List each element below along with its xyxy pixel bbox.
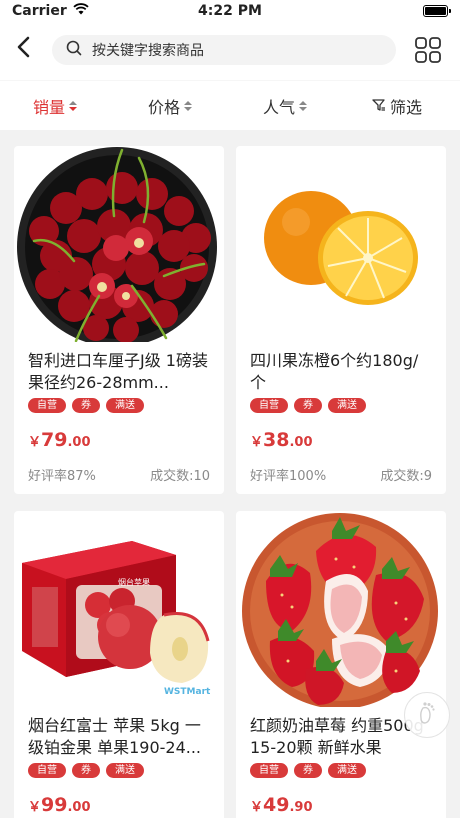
filter-icon — [372, 97, 386, 116]
rating: 好评率87% — [28, 469, 96, 484]
price-currency: ￥ — [28, 435, 42, 450]
footprint-icon — [416, 700, 438, 730]
price-integer: 79 — [41, 429, 68, 451]
box-label: 烟台苹果 — [118, 577, 150, 587]
watermark: WSTMart — [164, 687, 211, 697]
product-title: 四川果冻橙6个约180g/个 — [250, 351, 419, 392]
product-stats: 好评率100% 成交数:9 — [236, 465, 446, 484]
filter-label: 筛选 — [390, 98, 423, 117]
product-image: 烟台苹果 WSTMart — [14, 511, 224, 707]
price-decimal: .00 — [67, 435, 91, 450]
tag-gift: 满送 — [106, 763, 144, 778]
tag-gift: 满送 — [106, 398, 144, 413]
product-price: ￥38.00 — [236, 429, 446, 451]
tag-gift: 满送 — [328, 398, 366, 413]
sort-price-label: 价格 — [148, 98, 181, 117]
product-tags: 自营 券 满送 — [14, 763, 224, 778]
product-card[interactable]: 智利进口车厘子J级 1磅装 果径约26-28mm... 自营 券 满送 ￥79.… — [14, 146, 224, 494]
back-button[interactable] — [8, 34, 38, 64]
footprint-button[interactable] — [404, 692, 450, 738]
top-nav: 按关键字搜索商品 — [0, 22, 460, 80]
sort-sales[interactable]: 销量 — [33, 94, 78, 118]
status-time: 4:22 PM — [198, 3, 262, 19]
product-price: ￥79.00 — [14, 429, 224, 451]
price-decimal: .00 — [289, 435, 313, 450]
status-bar: Carrier 4:22 PM — [0, 0, 460, 22]
tag-gift: 满送 — [328, 763, 366, 778]
product-title: 烟台红富士 苹果 5kg 一级铂金果 单果190-24... — [28, 716, 202, 757]
sort-caret-icon — [299, 101, 308, 111]
deal-count: 成交数:9 — [380, 469, 432, 484]
sort-popularity[interactable]: 人气 — [263, 94, 308, 118]
product-price: ￥99.00 — [14, 794, 224, 816]
search-icon — [66, 40, 82, 60]
product-card[interactable]: 烟台苹果 WSTMart 烟台红富士 苹果 5kg 一级铂金果 单果190-24… — [14, 511, 224, 818]
rating: 好评率100% — [250, 469, 327, 484]
product-image — [236, 511, 446, 707]
product-price: ￥49.90 — [236, 794, 446, 816]
product-card[interactable]: 红颜奶油草莓 约重500g 15-20颗 新鲜水果 自营 券 满送 ￥49.90 — [236, 511, 446, 818]
tag-self-operated: 自营 — [250, 763, 288, 778]
search-input[interactable]: 按关键字搜索商品 — [52, 35, 396, 65]
grid-view-icon — [414, 37, 442, 68]
price-currency: ￥ — [250, 435, 264, 450]
product-image — [236, 146, 446, 342]
product-title: 智利进口车厘子J级 1磅装 果径约26-28mm... — [28, 351, 208, 392]
tag-self-operated: 自营 — [28, 763, 66, 778]
price-decimal: .00 — [67, 800, 91, 815]
price-currency: ￥ — [250, 800, 264, 815]
product-tags: 自营 券 满送 — [14, 398, 224, 413]
deal-count: 成交数:10 — [150, 469, 210, 484]
price-integer: 49 — [263, 794, 290, 816]
price-currency: ￥ — [28, 800, 42, 815]
sort-popularity-label: 人气 — [263, 98, 296, 117]
product-tags: 自营 券 满送 — [236, 763, 446, 778]
tag-coupon: 券 — [72, 763, 100, 778]
tag-coupon: 券 — [294, 763, 322, 778]
sort-caret-icon — [184, 101, 193, 111]
grid-view-button[interactable] — [414, 36, 442, 64]
tag-self-operated: 自营 — [250, 398, 288, 413]
product-image — [14, 146, 224, 342]
product-stats: 好评率87% 成交数:10 — [14, 465, 224, 484]
sort-sales-label: 销量 — [33, 98, 66, 117]
search-placeholder: 按关键字搜索商品 — [92, 43, 204, 59]
product-card[interactable]: 四川果冻橙6个约180g/个 自营 券 满送 ￥38.00 好评率100% 成交… — [236, 146, 446, 494]
tag-coupon: 券 — [294, 398, 322, 413]
tag-self-operated: 自营 — [28, 398, 66, 413]
price-integer: 38 — [263, 429, 290, 451]
product-tags: 自营 券 满送 — [236, 398, 446, 413]
back-arrow-icon — [16, 36, 30, 62]
sort-price[interactable]: 价格 — [148, 94, 193, 118]
price-decimal: .90 — [289, 800, 313, 815]
battery-icon — [423, 5, 451, 17]
filter-button[interactable]: 筛选 — [372, 94, 422, 118]
tag-coupon: 券 — [72, 398, 100, 413]
sort-caret-icon — [69, 101, 78, 111]
price-integer: 99 — [41, 794, 68, 816]
